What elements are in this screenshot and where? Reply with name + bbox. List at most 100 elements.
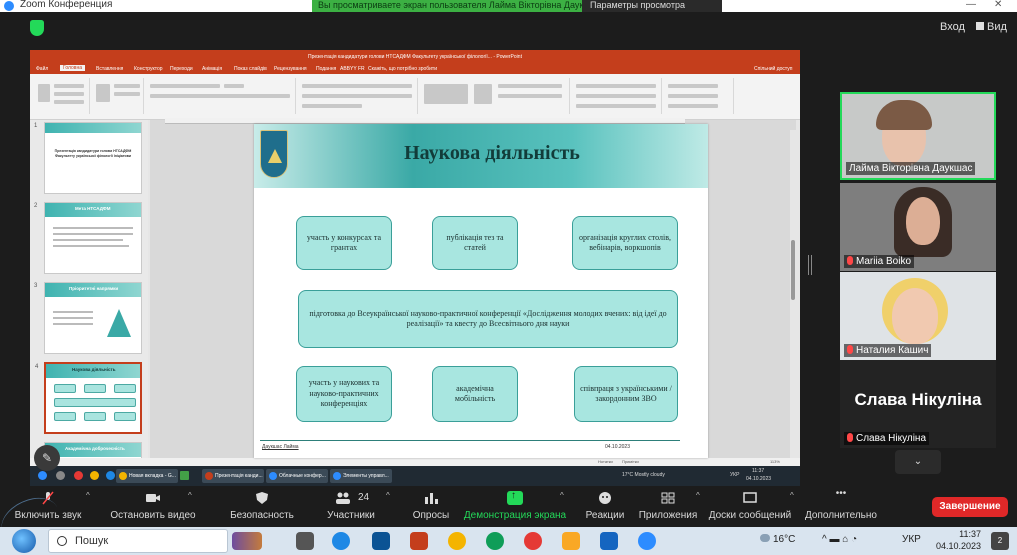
weather-temp: 16°C (760, 534, 795, 545)
participant-tile-3[interactable]: Наталия Кашич (840, 272, 996, 360)
more-button[interactable]: ••• Дополнительно (800, 488, 882, 524)
zoom-top-bar: Вход Вид (0, 12, 1017, 44)
footer-author: Даукшас Лайма (262, 444, 299, 450)
slide-box-publications: публікація тез та статей (432, 216, 518, 270)
windows-start-icon[interactable] (12, 529, 36, 553)
apps-icon (661, 492, 675, 504)
ribbon-font[interactable] (146, 78, 296, 114)
thumb-caption: Наукова діяльність (72, 367, 116, 372)
taskbar-widget-image-icon[interactable] (232, 532, 262, 550)
search-placeholder: Пошук (75, 535, 109, 547)
search-icon (57, 536, 67, 546)
stop-video-button[interactable]: ^ Остановить видео (98, 488, 208, 524)
participant-video (892, 288, 938, 344)
opera-icon[interactable] (524, 532, 542, 550)
participant-name-4: Слава Нікуліна (844, 432, 930, 445)
ribbon-drawing[interactable] (420, 78, 570, 114)
participant-avatar-name: Слава Нікуліна (854, 390, 982, 409)
smile-icon (599, 492, 611, 504)
slide-thumb-2[interactable]: 2 Мета НТСАДФМ (34, 202, 142, 274)
ribbon-clipboard[interactable] (34, 78, 90, 114)
tray-icons[interactable]: ^ ▬ ⌂ ◔ (822, 534, 857, 545)
annotate-pen-icon[interactable]: ✎ (34, 445, 60, 471)
ribbon-shape-style[interactable] (572, 78, 662, 114)
slide-thumb-4[interactable]: 4 Наукова діяльність (35, 362, 142, 434)
edge-icon[interactable] (332, 532, 350, 550)
tray-lang[interactable]: УКР (902, 534, 921, 545)
file-explorer-icon[interactable] (562, 532, 580, 550)
chrome-green-icon[interactable] (486, 532, 504, 550)
share-button[interactable]: Спільний доступ (754, 66, 792, 72)
participant-name-1: Лайма Вікторівна Даукшас (846, 162, 976, 175)
security-button[interactable]: Безопасность (222, 488, 302, 524)
participant-tile-2[interactable]: Mariia Boiko (840, 183, 996, 271)
mic-muted-icon (847, 433, 853, 442)
participant-tile-4[interactable]: Слава Нікуліна Слава Нікуліна (840, 360, 996, 448)
tab-home[interactable]: Головна (60, 65, 85, 71)
thumb-number: 2 (34, 203, 38, 209)
tab-animation[interactable]: Анімація (202, 66, 222, 72)
panel-splitter-handle[interactable] (808, 255, 812, 275)
inner-date: 04.10.2023 (746, 476, 772, 482)
notes-button[interactable]: Нотатки (598, 459, 613, 464)
ribbon-paragraph[interactable] (298, 78, 418, 114)
clock-date: 04.10.2023 (935, 541, 981, 551)
tab-slideshow[interactable]: Показ слайдів (234, 66, 267, 72)
slide-box-conferences: участь у наукових та науково-практичних … (296, 366, 392, 422)
tab-design[interactable]: Конструктор (134, 66, 163, 72)
ribbon-editing[interactable] (664, 78, 734, 114)
tab-transitions[interactable]: Переходи (170, 66, 193, 72)
close-icon[interactable]: ✕ (994, 0, 1002, 10)
slide-thumb-1[interactable]: 1 Презентація кандидатури голови НТСАДФМ… (34, 122, 142, 194)
slide-box-mobility: академічна мобільність (432, 366, 518, 422)
participants-count: 24 (358, 492, 370, 503)
more-participants-chevron-icon[interactable]: ⌄ (895, 450, 941, 474)
share-screen-button[interactable]: ↑ ^ Демонстрация экрана (460, 488, 570, 524)
taskbar-search-box[interactable]: Пошук (48, 529, 228, 553)
tab-insert[interactable]: Вставлення (96, 66, 123, 72)
view-options-button[interactable]: Параметры просмотра (582, 0, 722, 12)
mail-icon[interactable] (372, 532, 390, 550)
thumb-number: 3 (34, 283, 38, 289)
apps-button[interactable]: ^ Приложения (636, 488, 700, 524)
slide-box-cooperation: співпраця з українськими / закордонним З… (574, 366, 678, 422)
chrome-icon[interactable] (448, 532, 466, 550)
whiteboards-button[interactable]: ^ Доски сообщений (704, 488, 796, 524)
encryption-shield-icon[interactable] (30, 20, 44, 36)
opera-icon (74, 471, 83, 480)
participant-name-2: Mariia Boiko (844, 255, 915, 268)
powerpoint-icon[interactable] (410, 532, 428, 550)
reactions-button[interactable]: Реакции (580, 488, 630, 524)
ribbon-slides[interactable] (92, 78, 144, 114)
comments-button[interactable]: Примітки (622, 459, 639, 464)
signin-button[interactable]: Вход (940, 21, 965, 33)
ppt-title-bar: Презентація кандидатури голови НТСАДФМ Ф… (30, 50, 800, 64)
share-screen-label: Демонстрация экрана (463, 510, 567, 521)
task-view-icon[interactable] (296, 532, 314, 550)
zoom-level[interactable]: 113% (770, 459, 780, 464)
tab-view[interactable]: Подання (316, 66, 336, 72)
participants-button[interactable]: 24 ^ Участники (316, 488, 390, 524)
word-icon[interactable] (600, 532, 618, 550)
notifications-badge[interactable]: 2 (991, 532, 1009, 550)
participant-tile-1[interactable]: Лайма Вікторівна Даукшас (840, 92, 996, 180)
tab-file[interactable]: Файл (36, 66, 48, 72)
meeting-controls: ^ Включить звук ^ Остановить видео Безоп… (0, 488, 1017, 524)
zoom-titlebar: Zoom Конференция Вы просматриваете экран… (0, 0, 1017, 12)
end-meeting-button[interactable]: Завершение (932, 497, 1008, 517)
thumb-header (45, 123, 141, 133)
thumb-caption: Мета НТСАДФМ (75, 206, 111, 211)
zoom-icon[interactable] (638, 532, 656, 550)
slide-scrollbar[interactable] (790, 130, 796, 460)
tell-me-input[interactable]: Скажіть, що потрібно зробити (368, 66, 437, 72)
view-button[interactable]: Вид (976, 21, 1007, 33)
thumb-caption: Академічна доброчесність (65, 446, 125, 451)
tab-abbyy[interactable]: ABBYY FR (340, 66, 365, 72)
slide-box-grants: участь у конкурсах та грантах (296, 216, 392, 270)
minimize-icon[interactable]: — (966, 0, 976, 10)
slide-thumb-3[interactable]: 3 Пріоритетні напрямки (34, 282, 142, 354)
tab-review[interactable]: Рецензування (274, 66, 307, 72)
windows-taskbar: Пошук 16°C ^ ▬ ⌂ ◔ УКР 11:37 04.10.2023 … (0, 527, 1017, 555)
system-clock[interactable]: 11:37 04.10.2023 (936, 528, 981, 552)
polls-button[interactable]: Опросы (406, 488, 456, 524)
